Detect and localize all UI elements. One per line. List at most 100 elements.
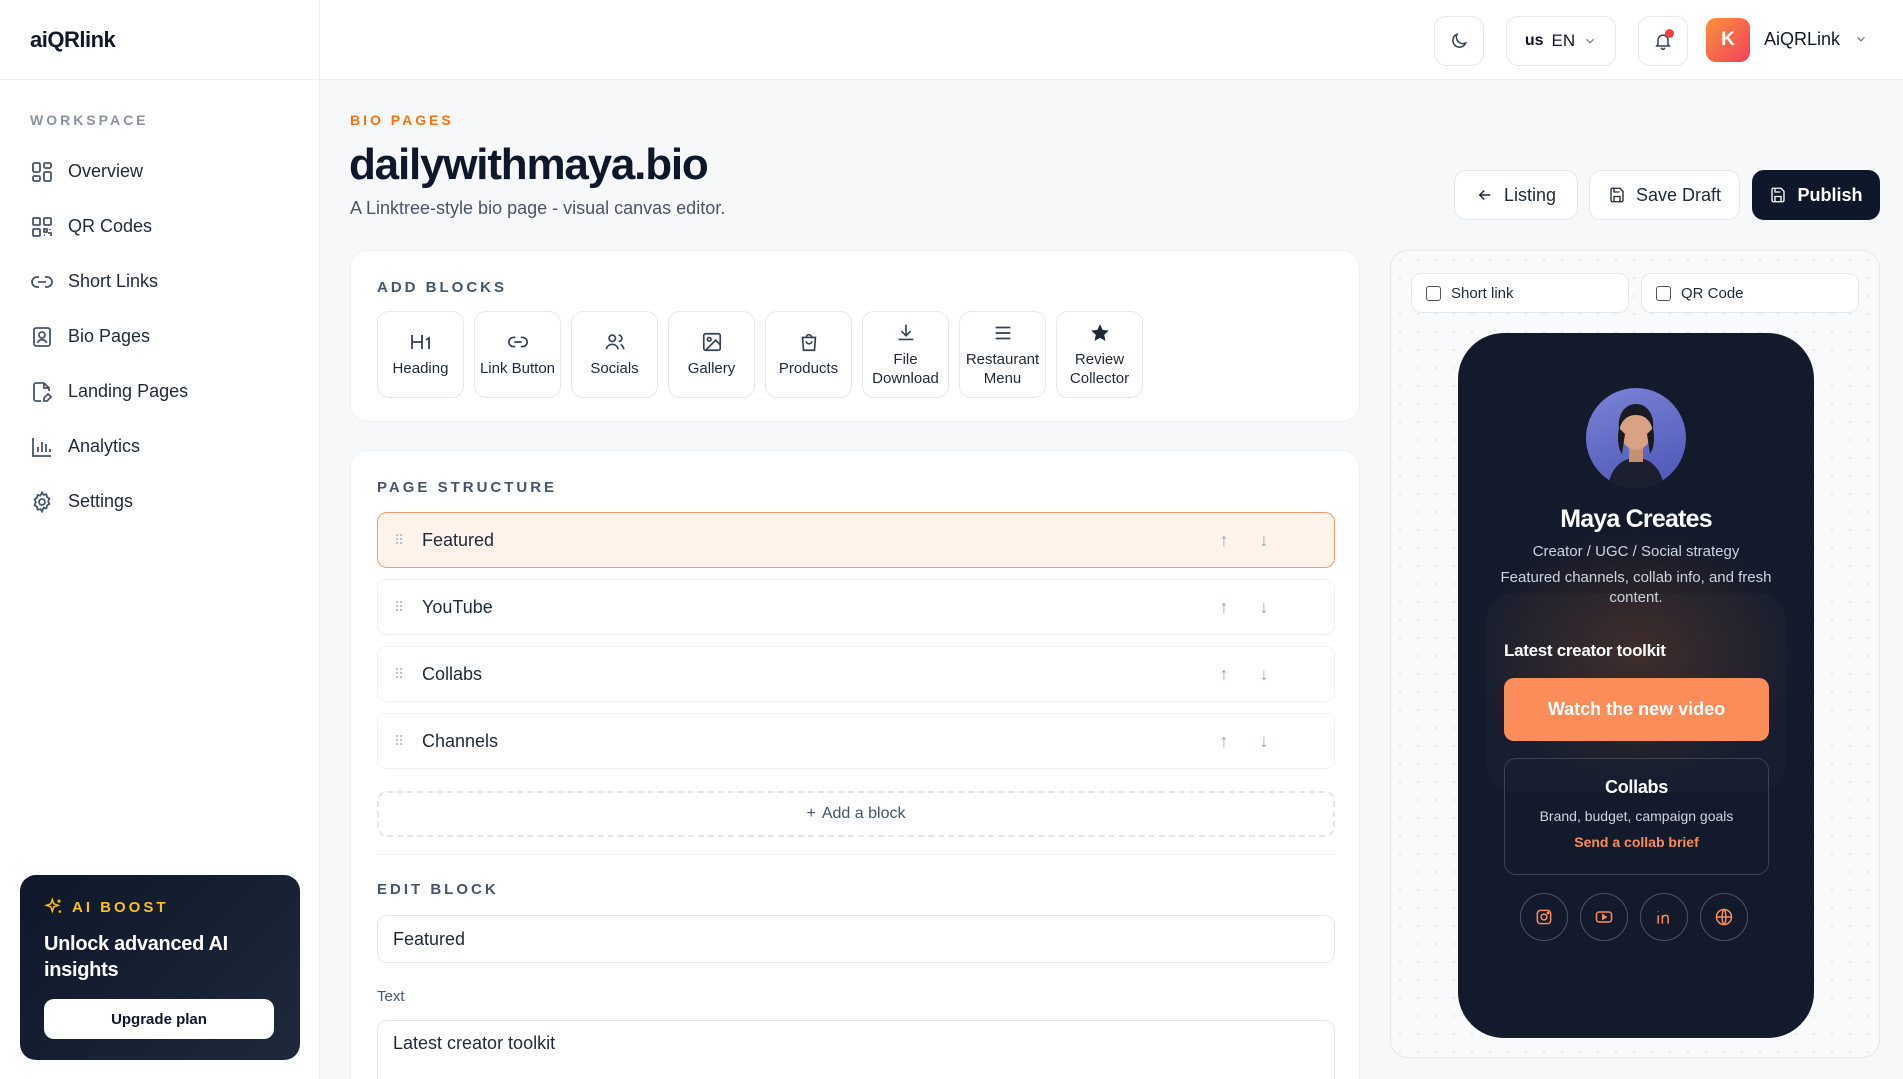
qr-icon [30,215,54,239]
structure-row-featured[interactable]: ⠿ Featured ↑ ↓ [377,512,1335,568]
page-subtitle: A Linktree-style bio page - visual canva… [350,198,726,218]
sidebar-item-label: Settings [68,491,134,511]
promo-tag: AI BOOST [44,897,276,917]
block-palette: Heading Link Button Socials Gallery Prod… [377,311,1143,398]
profile-name: Maya Creates [1560,505,1712,533]
add-blocks-card: ADD BLOCKS Heading Link Button Socials G… [350,250,1360,422]
page-structure-card: PAGE STRUCTURE ⠿ Featured ↑ ↓ ⠿ YouTube … [350,450,1360,1079]
move-up-icon[interactable]: ↑ [1204,664,1244,685]
sidebar-item-label: Short Links [68,271,159,291]
notifications-button[interactable] [1638,16,1688,66]
structure-row-youtube[interactable]: ⠿ YouTube ↑ ↓ [377,579,1335,635]
workspace-label: WORKSPACE [30,112,149,128]
breadcrumb: BIO PAGES [350,112,454,128]
bio-page-preview: Short link QR Code Maya Creates Creator … [1390,250,1880,1058]
page-structure-label: PAGE STRUCTURE [377,479,558,496]
drag-handle-icon[interactable]: ⠿ [394,667,408,681]
sparkles-icon [44,897,64,917]
flag-label: us [1524,32,1544,49]
collabs-title: Collabs [1605,777,1668,797]
sidebar-item-label: Bio Pages [68,326,151,346]
collab-brief-link[interactable]: Send a collab brief [1505,834,1768,850]
sidebar: aiQRlink WORKSPACE Overview QR Codes Sho… [0,0,320,1079]
add-file-download-block[interactable]: File Download [862,311,949,398]
publish-button[interactable]: Publish [1752,170,1880,220]
collabs-card: Collabs Brand, budget, campaign goals Se… [1504,758,1769,875]
add-link-button-block[interactable]: Link Button [474,311,561,398]
theme-toggle-button[interactable] [1434,16,1484,66]
profile-card-icon [30,325,54,349]
sidebar-item-label: QR Codes [68,216,153,236]
qr-code-toggle[interactable]: QR Code [1641,273,1859,313]
arrow-left-icon [1476,186,1494,204]
drag-handle-icon[interactable]: ⠿ [394,600,408,614]
ai-boost-promo: AI BOOST Unlock advanced AI insights Upg… [20,875,300,1060]
checkbox[interactable] [1426,285,1441,301]
checkbox[interactable] [1656,285,1671,301]
link-icon [506,331,530,353]
sidebar-item-analytics[interactable]: Analytics [22,419,292,474]
watch-video-button[interactable]: Watch the new video [1504,678,1769,741]
move-up-icon[interactable]: ↑ [1204,530,1244,551]
drag-handle-icon[interactable]: ⠿ [394,734,408,748]
add-review-collector-block[interactable]: Review Collector [1056,311,1143,398]
image-icon [700,331,724,353]
page-icon [30,380,54,404]
sidebar-item-settings[interactable]: Settings [22,474,292,529]
menu-icon [991,322,1015,344]
user-name[interactable]: AiQRLink [1764,29,1840,50]
move-down-icon[interactable]: ↓ [1244,731,1284,752]
page-title: dailywithmaya.bio [349,140,709,189]
sidebar-item-landing-pages[interactable]: Landing Pages [22,364,292,419]
move-up-icon[interactable]: ↑ [1204,597,1244,618]
move-up-icon[interactable]: ↑ [1204,731,1244,752]
app-logo[interactable]: aiQRlink [0,0,319,80]
add-restaurant-menu-block[interactable]: Restaurant Menu [959,311,1046,398]
linkedin-icon[interactable] [1640,893,1688,941]
phone-mockup: Maya Creates Creator / UGC / Social stra… [1458,333,1814,1038]
link-icon [30,270,54,294]
move-down-icon[interactable]: ↓ [1244,530,1284,551]
add-products-block[interactable]: Products [765,311,852,398]
structure-row-channels[interactable]: ⠿ Channels ↑ ↓ [377,713,1335,769]
sidebar-item-label: Landing Pages [68,381,189,401]
edit-block-label: EDIT BLOCK [377,881,499,898]
short-link-toggle[interactable]: Short link [1411,273,1629,313]
listing-button[interactable]: Listing [1454,170,1578,220]
shopping-bag-icon [797,331,821,353]
youtube-icon[interactable] [1580,893,1628,941]
sidebar-item-short-links[interactable]: Short Links [22,254,292,309]
globe-icon[interactable] [1700,893,1748,941]
add-block-button[interactable]: + Add a block [377,791,1335,837]
instagram-icon[interactable] [1520,893,1568,941]
sidebar-item-overview[interactable]: Overview [22,144,292,199]
text-field-label: Text [377,988,405,1005]
top-bar: us EN K AiQRLink [320,0,1903,80]
bar-chart-icon [30,435,54,459]
sidebar-item-label: Analytics [68,436,141,456]
language-select[interactable]: us EN [1506,16,1616,66]
drag-handle-icon[interactable]: ⠿ [394,533,408,547]
notification-dot [1665,29,1674,38]
block-text-input[interactable]: Latest creator toolkit [377,1020,1335,1079]
add-heading-block[interactable]: Heading [377,311,464,398]
upgrade-plan-button[interactable]: Upgrade plan [44,999,274,1039]
add-gallery-block[interactable]: Gallery [668,311,755,398]
gear-icon [30,490,54,514]
save-icon [1608,186,1626,204]
grid-icon [30,160,54,184]
chevron-down-icon[interactable] [1854,32,1868,46]
sidebar-item-bio-pages[interactable]: Bio Pages [22,309,292,364]
divider [377,854,1335,855]
move-down-icon[interactable]: ↓ [1244,664,1284,685]
move-down-icon[interactable]: ↓ [1244,597,1284,618]
save-draft-button[interactable]: Save Draft [1589,170,1740,220]
user-avatar[interactable]: K [1706,18,1750,62]
users-icon [603,331,627,353]
download-icon [894,322,918,344]
block-title-input[interactable] [377,915,1335,963]
featured-title: Latest creator toolkit [1504,641,1666,660]
sidebar-item-qr-codes[interactable]: QR Codes [22,199,292,254]
structure-row-collabs[interactable]: ⠿ Collabs ↑ ↓ [377,646,1335,702]
add-socials-block[interactable]: Socials [571,311,658,398]
